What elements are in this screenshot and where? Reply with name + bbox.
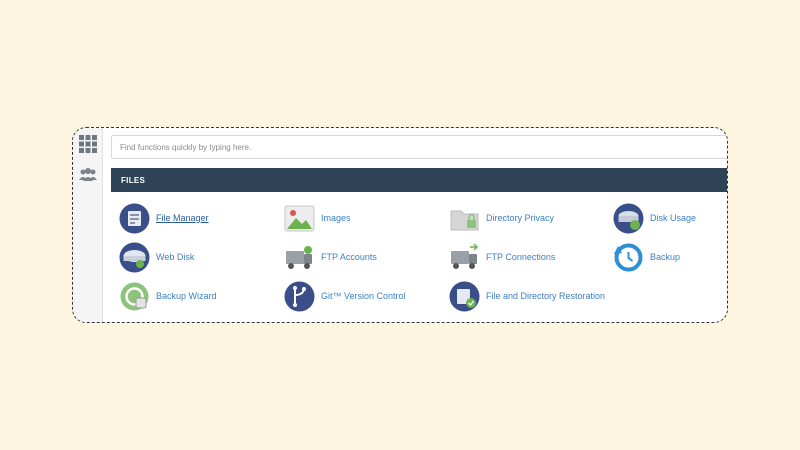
directory-privacy-link[interactable]: Directory Privacy <box>449 202 554 234</box>
ftp-connections-link[interactable]: FTP Connections <box>449 241 555 273</box>
section-header-files[interactable]: FILES <box>111 168 727 192</box>
search-input[interactable] <box>111 135 727 159</box>
file-restoration-icon <box>449 281 480 312</box>
file-manager-link[interactable]: File Manager <box>119 202 209 234</box>
item-label: Backup <box>650 252 681 262</box>
main-content: FILES File Manager <box>111 128 727 322</box>
item-label: Images <box>321 213 351 223</box>
item-label: Web Disk <box>156 252 195 262</box>
backup-link[interactable]: Backup <box>613 241 680 273</box>
backup-icon <box>613 242 644 273</box>
ftp-connections-icon <box>449 242 480 273</box>
grid-icon[interactable] <box>78 134 98 154</box>
item-label: FTP Connections <box>486 252 556 262</box>
file-restoration-link[interactable]: File and Directory Restoration <box>449 280 605 312</box>
git-version-control-link[interactable]: Git™ Version Control <box>284 280 406 312</box>
file-manager-icon <box>119 203 150 234</box>
left-rail <box>73 128 103 322</box>
item-label: Git™ Version Control <box>321 291 406 301</box>
git-version-control-icon <box>284 281 315 312</box>
item-label: File Manager <box>156 213 209 223</box>
ftp-accounts-icon <box>284 242 315 273</box>
cpanel-window: FILES File Manager <box>72 127 728 323</box>
directory-privacy-icon <box>449 203 480 234</box>
backup-wizard-icon <box>119 281 150 312</box>
item-label: Backup Wizard <box>156 291 217 301</box>
images-link[interactable]: Images <box>284 202 351 234</box>
web-disk-icon <box>119 242 150 273</box>
ftp-accounts-link[interactable]: FTP Accounts <box>284 241 377 273</box>
item-label: FTP Accounts <box>321 252 377 262</box>
section-title: FILES <box>121 175 146 185</box>
users-icon[interactable] <box>78 165 98 185</box>
item-label: Directory Privacy <box>486 213 555 223</box>
images-icon <box>284 203 315 234</box>
disk-usage-icon <box>613 203 644 234</box>
backup-wizard-link[interactable]: Backup Wizard <box>119 280 217 312</box>
item-label: File and Directory Restoration <box>486 291 606 301</box>
disk-usage-link[interactable]: Disk Usage <box>613 202 696 234</box>
item-label: Disk Usage <box>650 213 697 223</box>
web-disk-link[interactable]: Web Disk <box>119 241 194 273</box>
